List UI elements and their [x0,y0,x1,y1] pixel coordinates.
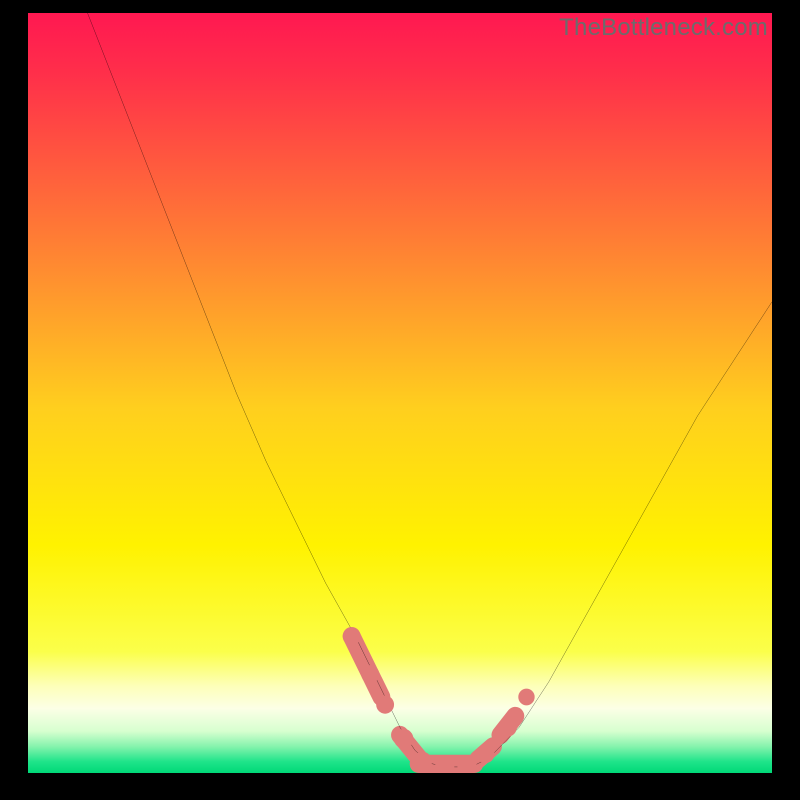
curve-marker [499,718,517,736]
watermark-text: TheBottleneck.com [559,14,768,42]
curve-marker [361,665,379,683]
curve-marker [343,627,361,645]
curve-marker [394,729,413,749]
curve-marker [518,689,534,706]
gradient-background [28,13,772,773]
bottleneck-chart [28,13,772,773]
curve-marker [477,745,495,763]
curve-marker [376,695,394,713]
curve-marker [413,752,432,772]
chart-frame: TheBottleneck.com [0,0,800,800]
